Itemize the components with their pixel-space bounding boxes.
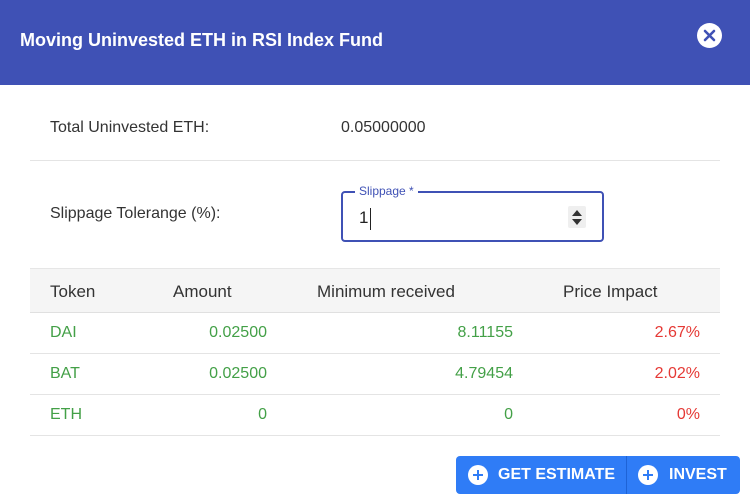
- column-header-amount: Amount: [173, 282, 232, 301]
- amount-cell: 0.02500: [209, 324, 267, 341]
- uninvested-value: 0.05000000: [341, 119, 426, 136]
- price-impact-cell: 2.67%: [654, 324, 700, 341]
- get-estimate-label: GET ESTIMATE: [498, 466, 616, 483]
- uninvested-label: Total Uninvested ETH:: [50, 119, 210, 136]
- action-button-group: GET ESTIMATE INVEST: [456, 456, 740, 494]
- token-cell: BAT: [50, 365, 80, 382]
- slippage-stepper[interactable]: [568, 206, 586, 228]
- token-cell: ETH: [50, 406, 82, 423]
- table-header: Token Amount Minimum received Price Impa…: [30, 268, 720, 313]
- plus-circle-icon: [468, 465, 488, 485]
- close-button[interactable]: [697, 23, 722, 48]
- slippage-input[interactable]: [359, 207, 559, 229]
- table-row: DAI 0.02500 8.11155 2.67%: [30, 313, 720, 354]
- text-caret: [370, 208, 371, 230]
- price-impact-cell: 2.02%: [654, 365, 700, 382]
- slippage-label: Slippage Tolerange (%):: [50, 205, 221, 222]
- decrement-icon[interactable]: [572, 219, 582, 225]
- get-estimate-button[interactable]: GET ESTIMATE: [456, 456, 626, 494]
- table-row: BAT 0.02500 4.79454 2.02%: [30, 354, 720, 395]
- amount-cell: 0: [258, 406, 267, 423]
- slippage-field[interactable]: Slippage *: [341, 184, 604, 242]
- column-header-token: Token: [50, 282, 96, 301]
- invest-label: INVEST: [669, 466, 727, 483]
- price-impact-cell: 0%: [676, 406, 700, 423]
- plus-circle-icon: [638, 465, 658, 485]
- dialog-header: Moving Uninvested ETH in RSI Index Fund: [0, 0, 750, 85]
- min-received-cell: 4.79454: [455, 365, 513, 382]
- token-cell: DAI: [50, 324, 77, 341]
- column-header-minimum-received: Minimum received: [317, 282, 455, 301]
- min-received-cell: 8.11155: [457, 324, 513, 341]
- close-icon: [703, 29, 716, 42]
- increment-icon[interactable]: [572, 210, 582, 216]
- min-received-cell: 0: [504, 406, 513, 423]
- divider: [30, 160, 720, 161]
- amount-cell: 0.02500: [209, 365, 267, 382]
- column-header-price-impact: Price Impact: [563, 282, 658, 301]
- dialog-title: Moving Uninvested ETH in RSI Index Fund: [20, 30, 384, 50]
- table-row: ETH 0 0 0%: [30, 395, 720, 436]
- invest-button[interactable]: INVEST: [627, 456, 740, 494]
- slippage-legend: Slippage *: [355, 184, 418, 198]
